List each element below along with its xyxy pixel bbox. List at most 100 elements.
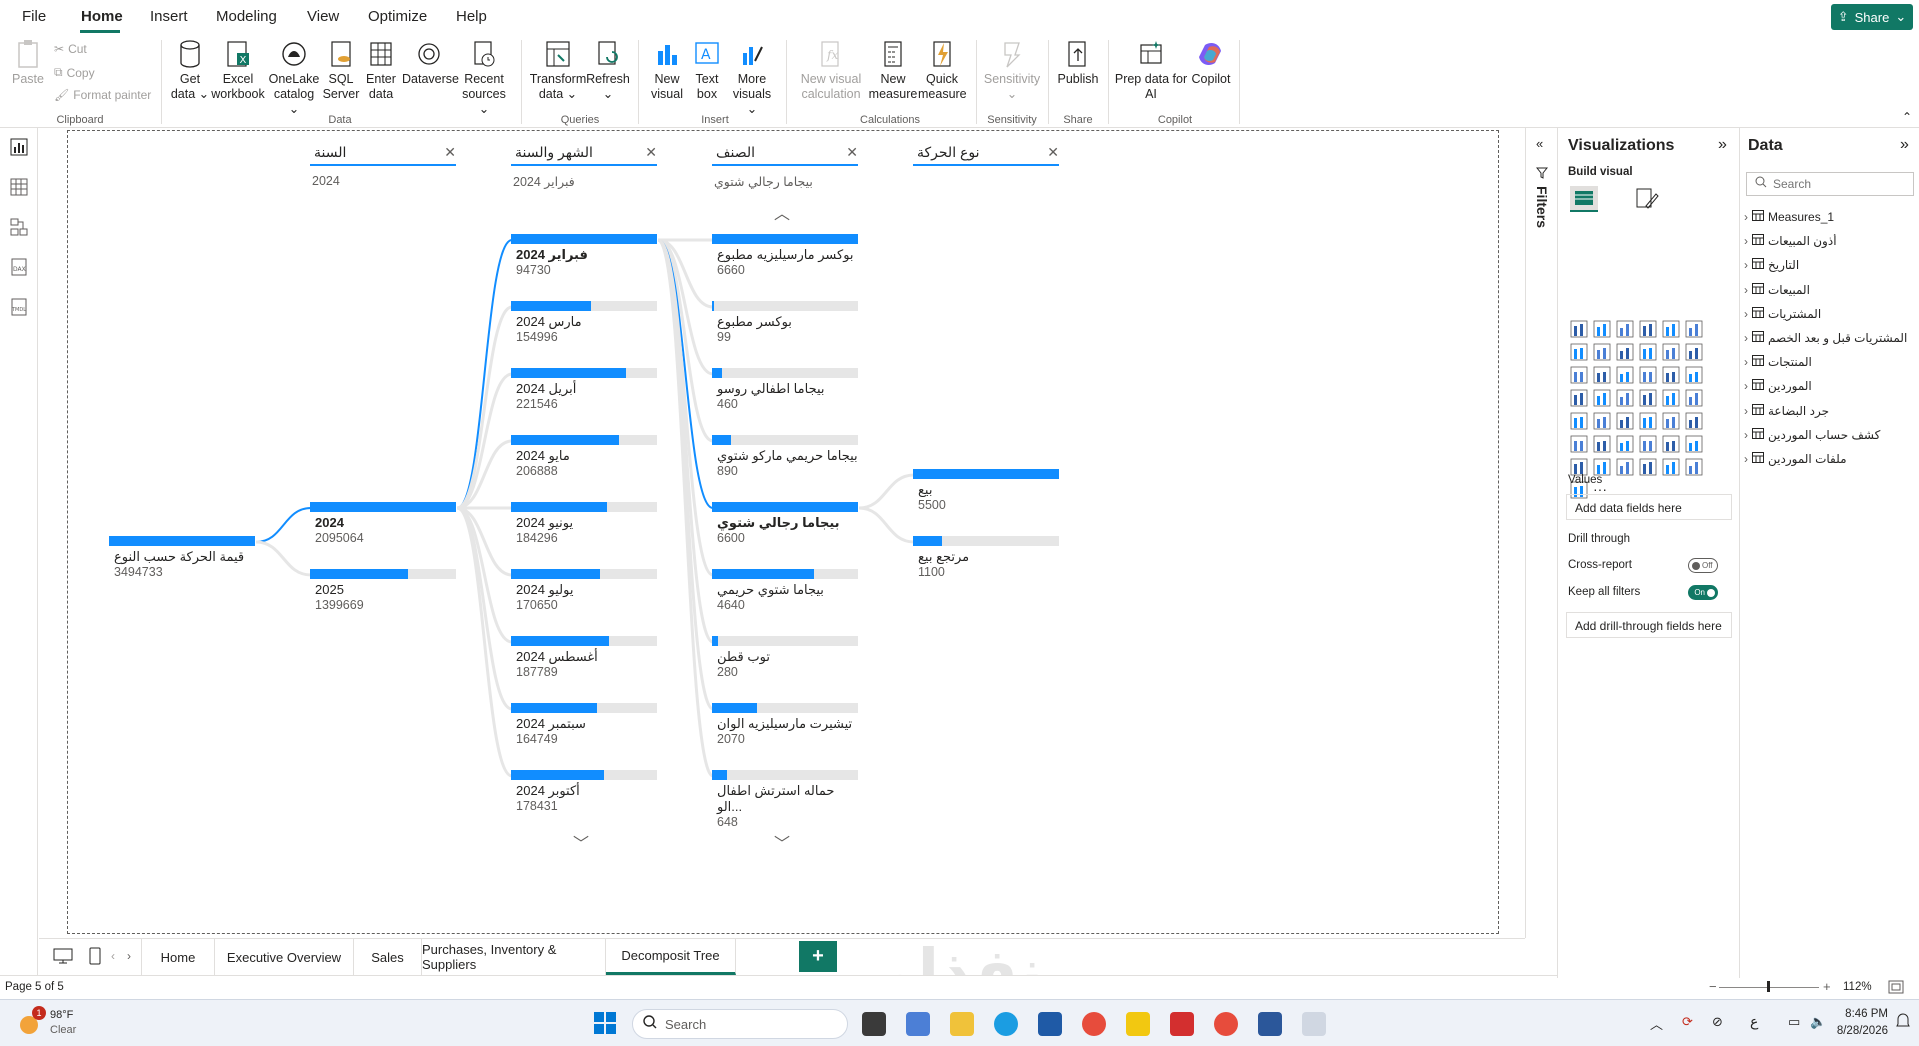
visual-type-icon[interactable] xyxy=(1570,435,1590,455)
format-painter-button[interactable]: 🖌 Format painter xyxy=(54,88,151,102)
visual-type-icon[interactable] xyxy=(1685,458,1705,478)
next-page-icon[interactable]: › xyxy=(127,949,131,963)
visual-type-icon[interactable] xyxy=(1593,389,1613,409)
visual-type-icon[interactable] xyxy=(1616,435,1636,455)
build-visual-tab[interactable] xyxy=(1570,186,1598,212)
visual-type-icon[interactable] xyxy=(1662,366,1682,386)
tab-executive-overview[interactable]: Executive Overview xyxy=(215,939,354,975)
new-visual-calculation-button[interactable]: fx New visual calculation xyxy=(796,38,866,102)
display-icon[interactable]: ▭ xyxy=(1788,1014,1800,1030)
new-measure-button[interactable]: New measure xyxy=(868,38,918,102)
volume-icon[interactable]: 🔈 xyxy=(1810,1014,1826,1030)
zoom-in-icon[interactable]: + xyxy=(1823,979,1831,994)
visual-type-icon[interactable] xyxy=(1593,343,1613,363)
filters-pane[interactable]: « Filters xyxy=(1525,128,1557,938)
data-table-item[interactable]: › التاريخ xyxy=(1744,258,1916,272)
close-icon[interactable]: ✕ xyxy=(444,144,456,161)
year-node[interactable]: 2025 1399669 xyxy=(310,569,456,613)
dataverse-button[interactable]: Dataverse xyxy=(402,38,459,87)
task-view-icon[interactable] xyxy=(862,1012,886,1036)
quick-measure-button[interactable]: Quick measure xyxy=(918,38,967,102)
zoom-slider-thumb[interactable] xyxy=(1767,981,1770,992)
excel-workbook-button[interactable]: X Excel workbook xyxy=(210,38,266,102)
month-node[interactable]: أغسطس 2024 187789 xyxy=(511,636,657,680)
close-icon[interactable]: ✕ xyxy=(1047,144,1059,161)
store-icon[interactable] xyxy=(1038,1012,1062,1036)
data-table-item[interactable]: › الموردين xyxy=(1744,379,1916,393)
desktop-layout-icon[interactable] xyxy=(53,947,73,970)
paste-button[interactable]: Paste xyxy=(10,38,46,87)
data-search-box[interactable] xyxy=(1746,172,1914,196)
item-node[interactable]: بوكسر مارسيليزيه مطبوع 6660 xyxy=(712,234,858,278)
visual-type-icon[interactable] xyxy=(1685,389,1705,409)
visual-type-icon[interactable] xyxy=(1616,366,1636,386)
item-node[interactable]: بيجاما حريمي ماركو شتوي 890 xyxy=(712,435,858,479)
month-node[interactable]: سبتمبر 2024 164749 xyxy=(511,703,657,747)
sql-server-button[interactable]: SQL Server xyxy=(322,38,360,102)
data-table-item[interactable]: › المبيعات xyxy=(1744,282,1916,297)
windows-start-icon[interactable] xyxy=(594,1012,616,1039)
month-node[interactable]: أكتوبر 2024 178431 xyxy=(511,770,657,814)
visual-type-icon[interactable] xyxy=(1616,343,1636,363)
close-icon[interactable]: ✕ xyxy=(846,144,858,161)
visual-type-icon[interactable] xyxy=(1616,389,1636,409)
item-node[interactable]: حماله استرتش اطفال الو... 648 xyxy=(712,770,858,830)
enter-data-button[interactable]: Enter data xyxy=(362,38,400,102)
visual-type-icon[interactable] xyxy=(1685,343,1705,363)
app-icon[interactable] xyxy=(906,1012,930,1036)
visual-type-icon[interactable] xyxy=(1639,412,1659,432)
collapse-ribbon-icon[interactable]: ⌃ xyxy=(1902,110,1912,124)
visual-type-icon[interactable] xyxy=(1639,458,1659,478)
data-table-item[interactable]: › المنتجات xyxy=(1744,355,1916,369)
chrome-icon[interactable] xyxy=(1082,1012,1106,1036)
menu-view[interactable]: View xyxy=(307,8,339,25)
menu-modeling[interactable]: Modeling xyxy=(216,8,277,25)
visual-type-icon[interactable] xyxy=(1685,435,1705,455)
add-page-button[interactable]: + xyxy=(799,941,837,972)
month-node[interactable]: يوليو 2024 170650 xyxy=(511,569,657,613)
collapse-data-pane-icon[interactable]: » xyxy=(1900,136,1909,154)
scroll-up-icon[interactable]: ︿ xyxy=(774,200,790,224)
format-visual-icon[interactable] xyxy=(1634,186,1660,217)
more-visuals-button[interactable]: More visuals ⌄ xyxy=(726,38,778,117)
month-node[interactable]: مايو 2024 206888 xyxy=(511,435,657,479)
onelake-catalog-button[interactable]: OneLake catalog ⌄ xyxy=(268,38,320,117)
data-table-item[interactable]: › Measures_1 xyxy=(1744,210,1916,224)
month-node[interactable]: أبريل 2024 221546 xyxy=(511,368,657,412)
data-table-item[interactable]: › أذون المبيعات xyxy=(1744,234,1916,248)
file-explorer-icon[interactable] xyxy=(950,1012,974,1036)
visual-type-icon[interactable] xyxy=(1593,320,1613,340)
menu-file[interactable]: File xyxy=(22,8,46,25)
month-node[interactable]: يونيو 2024 184296 xyxy=(511,502,657,546)
type-node[interactable]: مرتجع بيع 1100 xyxy=(913,536,1059,580)
tab-purchases-inventory-suppliers[interactable]: Purchases, Inventory & Suppliers xyxy=(422,939,606,975)
month-node[interactable]: فبراير 2024 94730 xyxy=(511,234,657,278)
item-node[interactable]: بيجاما رجالي شتوي 6600 xyxy=(712,502,858,546)
visual-type-icon[interactable] xyxy=(1662,389,1682,409)
taskbar-search[interactable]: Search xyxy=(632,1009,848,1039)
item-node[interactable]: بيجاما اطفالي روسو 460 xyxy=(712,368,858,412)
fit-to-page-icon[interactable] xyxy=(1888,980,1904,997)
visual-type-icon[interactable] xyxy=(1570,412,1590,432)
month-node[interactable]: مارس 2024 154996 xyxy=(511,301,657,345)
transform-data-button[interactable]: Transform data ⌄ xyxy=(528,38,588,102)
data-table-item[interactable]: › ملفات الموردين xyxy=(1744,452,1916,466)
data-table-item[interactable]: › جرد البضاعة xyxy=(1744,403,1916,418)
visual-type-icon[interactable] xyxy=(1685,366,1705,386)
prep-data-ai-button[interactable]: Prep data for AI xyxy=(1114,38,1188,102)
security-icon[interactable]: ⟳ xyxy=(1682,1014,1693,1030)
power-bi-icon[interactable] xyxy=(1126,1012,1150,1036)
tab-home[interactable]: Home xyxy=(141,939,215,975)
expand-filters-icon[interactable]: « xyxy=(1536,136,1543,151)
menu-home[interactable]: Home xyxy=(81,8,123,25)
language-indicator[interactable]: ع xyxy=(1750,1013,1758,1030)
notifications-icon[interactable] xyxy=(1896,1012,1910,1035)
drill-through-well[interactable]: Add drill-through fields here xyxy=(1566,612,1732,638)
chrome-icon[interactable] xyxy=(1214,1012,1238,1036)
scroll-down-icon[interactable]: ﹀ xyxy=(573,830,589,854)
root-node[interactable]: قيمة الحركة حسب النوع 3494733 xyxy=(109,536,255,580)
edge-icon[interactable] xyxy=(994,1012,1018,1036)
visual-type-icon[interactable] xyxy=(1570,366,1590,386)
share-button[interactable]: ⇪ Share ⌄ xyxy=(1831,4,1913,30)
visual-type-icon[interactable] xyxy=(1685,412,1705,432)
